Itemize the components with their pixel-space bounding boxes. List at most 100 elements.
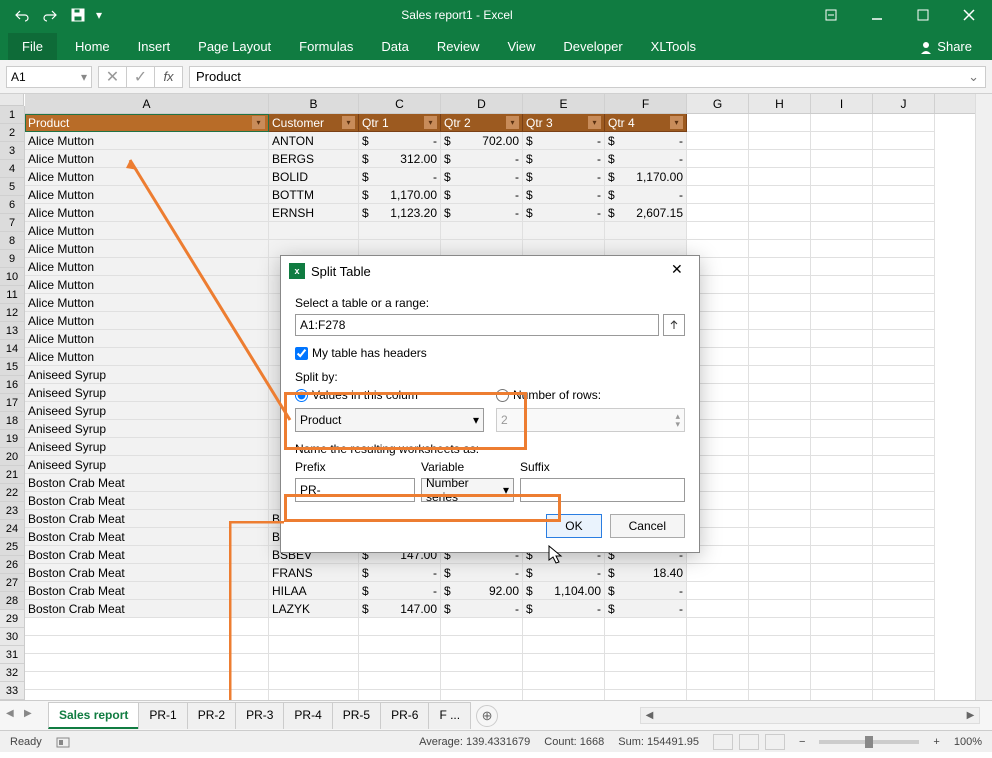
cell[interactable] bbox=[359, 222, 441, 240]
cell[interactable] bbox=[749, 186, 811, 204]
cell[interactable] bbox=[359, 672, 441, 690]
cell[interactable]: $92.00 bbox=[441, 582, 523, 600]
cell[interactable] bbox=[749, 600, 811, 618]
horizontal-scrollbar[interactable]: ◀▶ bbox=[640, 707, 980, 724]
sheet-tab[interactable]: PR-5 bbox=[332, 702, 381, 729]
cell[interactable] bbox=[687, 204, 749, 222]
row-header-16[interactable]: 16 bbox=[0, 376, 24, 394]
cell[interactable] bbox=[523, 690, 605, 700]
cell[interactable]: $- bbox=[523, 564, 605, 582]
cell[interactable] bbox=[811, 492, 873, 510]
row-header-22[interactable]: 22 bbox=[0, 484, 24, 502]
cell[interactable]: Alice Mutton bbox=[25, 294, 269, 312]
cell[interactable] bbox=[811, 240, 873, 258]
cell[interactable] bbox=[687, 168, 749, 186]
cell[interactable] bbox=[749, 150, 811, 168]
macro-record-icon[interactable] bbox=[56, 736, 70, 748]
cell[interactable] bbox=[873, 204, 935, 222]
cell[interactable] bbox=[687, 618, 749, 636]
select-all-corner[interactable] bbox=[0, 94, 24, 106]
tab-review[interactable]: Review bbox=[423, 33, 494, 60]
view-page-break[interactable] bbox=[765, 734, 785, 750]
cell[interactable] bbox=[811, 420, 873, 438]
cell[interactable] bbox=[605, 672, 687, 690]
column-header-J[interactable]: J bbox=[873, 94, 935, 113]
cell[interactable] bbox=[811, 636, 873, 654]
cell[interactable] bbox=[873, 258, 935, 276]
cell[interactable] bbox=[605, 636, 687, 654]
has-headers-checkbox[interactable]: My table has headers bbox=[295, 346, 685, 360]
cell[interactable]: BOTTM bbox=[269, 186, 359, 204]
row-header-31[interactable]: 31 bbox=[0, 646, 24, 664]
sheet-tab[interactable]: PR-1 bbox=[138, 702, 187, 729]
cell[interactable] bbox=[873, 546, 935, 564]
row-header-29[interactable]: 29 bbox=[0, 610, 24, 628]
zoom-out-button[interactable]: − bbox=[799, 736, 805, 748]
sheet-tab[interactable]: PR-2 bbox=[187, 702, 236, 729]
cell[interactable]: $- bbox=[441, 564, 523, 582]
cell[interactable] bbox=[811, 204, 873, 222]
cell[interactable] bbox=[749, 276, 811, 294]
cell[interactable] bbox=[441, 672, 523, 690]
cell[interactable] bbox=[749, 618, 811, 636]
cell[interactable] bbox=[873, 600, 935, 618]
cell[interactable]: $- bbox=[441, 600, 523, 618]
row-header-30[interactable]: 30 bbox=[0, 628, 24, 646]
cell[interactable] bbox=[873, 240, 935, 258]
sheet-tab[interactable]: PR-4 bbox=[283, 702, 332, 729]
sheet-tab[interactable]: PR-3 bbox=[235, 702, 284, 729]
tab-view[interactable]: View bbox=[493, 33, 549, 60]
cell[interactable] bbox=[749, 654, 811, 672]
cell[interactable] bbox=[687, 654, 749, 672]
cell[interactable]: HILAA bbox=[269, 582, 359, 600]
cell[interactable] bbox=[25, 672, 269, 690]
cell[interactable]: $312.00 bbox=[359, 150, 441, 168]
cell[interactable] bbox=[811, 366, 873, 384]
column-header-H[interactable]: H bbox=[749, 94, 811, 113]
cell[interactable] bbox=[873, 582, 935, 600]
cell[interactable] bbox=[811, 384, 873, 402]
cell[interactable] bbox=[441, 222, 523, 240]
cell[interactable]: $18.40 bbox=[605, 564, 687, 582]
cell[interactable]: $147.00 bbox=[359, 600, 441, 618]
name-box[interactable]: A1▾ bbox=[6, 66, 92, 88]
cell[interactable]: Alice Mutton bbox=[25, 222, 269, 240]
view-page-layout[interactable] bbox=[739, 734, 759, 750]
add-sheet-button[interactable]: ⊕ bbox=[476, 705, 498, 727]
cell[interactable] bbox=[687, 600, 749, 618]
prefix-input[interactable] bbox=[295, 478, 415, 502]
row-header-15[interactable]: 15 bbox=[0, 358, 24, 376]
cell[interactable]: BOLID bbox=[269, 168, 359, 186]
column-header-B[interactable]: B bbox=[269, 94, 359, 113]
cell[interactable] bbox=[873, 690, 935, 700]
table-header-cell[interactable]: Qtr 1▾ bbox=[359, 114, 441, 132]
sheet-tab[interactable]: Sales report bbox=[48, 702, 139, 729]
table-header-cell[interactable]: Qtr 3▾ bbox=[523, 114, 605, 132]
row-header-17[interactable]: 17 bbox=[0, 394, 24, 412]
cell[interactable] bbox=[873, 492, 935, 510]
cell[interactable] bbox=[749, 510, 811, 528]
zoom-level[interactable]: 100% bbox=[954, 736, 982, 748]
cell[interactable]: $1,123.20 bbox=[359, 204, 441, 222]
cell[interactable] bbox=[873, 114, 935, 132]
table-header-cell[interactable]: Customer▾ bbox=[269, 114, 359, 132]
insert-function-button[interactable]: fx bbox=[155, 67, 183, 87]
cell[interactable]: $- bbox=[605, 132, 687, 150]
cell[interactable] bbox=[441, 690, 523, 700]
cell[interactable] bbox=[811, 222, 873, 240]
tab-data[interactable]: Data bbox=[367, 33, 422, 60]
cell[interactable]: $- bbox=[523, 186, 605, 204]
cell[interactable]: $- bbox=[359, 168, 441, 186]
cell[interactable]: $- bbox=[359, 582, 441, 600]
tab-xltools[interactable]: XLTools bbox=[637, 33, 710, 60]
row-header-5[interactable]: 5 bbox=[0, 178, 24, 196]
cell[interactable] bbox=[687, 114, 749, 132]
cell[interactable]: $- bbox=[605, 150, 687, 168]
dialog-close-button[interactable]: ✕ bbox=[671, 261, 691, 281]
tab-insert[interactable]: Insert bbox=[124, 33, 185, 60]
row-header-32[interactable]: 32 bbox=[0, 664, 24, 682]
cell[interactable] bbox=[873, 150, 935, 168]
cell[interactable] bbox=[269, 690, 359, 700]
cell[interactable] bbox=[873, 168, 935, 186]
row-header-7[interactable]: 7 bbox=[0, 214, 24, 232]
